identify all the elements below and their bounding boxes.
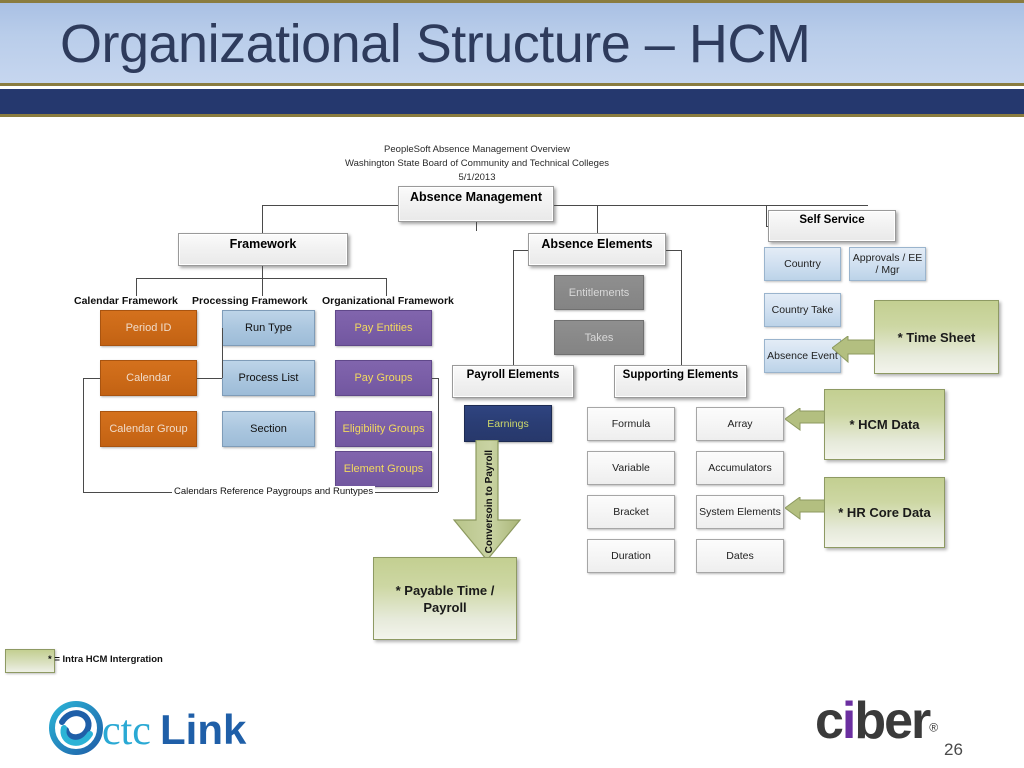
caption-calendar-framework: Calendar Framework	[74, 295, 178, 307]
node-absence-elements[interactable]: Absence Elements	[528, 233, 666, 266]
node-element-groups[interactable]: Element Groups	[335, 451, 432, 487]
connector-root-stem	[476, 222, 477, 231]
node-run-type[interactable]: Run Type	[222, 310, 315, 346]
diagram-subtitle-line-2: Washington State Board of Community and …	[344, 158, 610, 169]
caption-processing-framework: Processing Framework	[192, 295, 308, 307]
node-time-sheet[interactable]: * Time Sheet	[874, 300, 999, 374]
diagram-subtitle-line-3: 5/1/2013	[458, 172, 496, 183]
connector-loop-left-v	[83, 378, 84, 492]
node-hcm-data[interactable]: * HCM Data	[824, 389, 945, 460]
page-title: Organizational Structure – HCM	[60, 14, 811, 74]
ctclink-logo: ctc Link	[48, 700, 248, 756]
node-earnings[interactable]: Earnings	[464, 405, 552, 442]
node-variable[interactable]: Variable	[587, 451, 675, 485]
node-takes[interactable]: Takes	[554, 320, 644, 355]
node-period-id[interactable]: Period ID	[100, 310, 197, 346]
title-band: Organizational Structure – HCM	[0, 0, 1024, 86]
slide: Organizational Structure – HCM PeopleSof…	[0, 0, 1024, 768]
connector-calendar-to-runtype-v	[222, 328, 223, 378]
node-approvals-ee-mgr[interactable]: Approvals / EE / Mgr	[849, 247, 926, 281]
node-formula[interactable]: Formula	[587, 407, 675, 441]
connector-root-left-bus	[262, 205, 398, 206]
connector-calendar-to-runtype-h1	[197, 378, 222, 379]
node-eligibility-groups[interactable]: Eligibility Groups	[335, 411, 432, 447]
diagram-subtitle-line-1: PeopleSoft Absence Management Overview	[384, 144, 570, 155]
connector-payroll-elements-v	[513, 250, 514, 365]
node-country-take[interactable]: Country Take	[764, 293, 841, 327]
node-framework[interactable]: Framework	[178, 233, 348, 266]
ctclink-link-text: Link	[160, 706, 247, 753]
ciber-registered-mark: ®	[929, 720, 939, 735]
legend-label: * = Intra HCM Intergration	[48, 654, 163, 665]
ctclink-ctc-text: ctc	[102, 708, 151, 754]
connector-supporting-elements-v	[681, 250, 682, 365]
diagram-canvas: PeopleSoft Absence Management Overview W…	[0, 120, 1024, 768]
node-system-elements[interactable]: System Elements	[696, 495, 784, 529]
node-duration[interactable]: Duration	[587, 539, 675, 573]
node-payroll-elements[interactable]: Payroll Elements	[452, 365, 574, 398]
connector-calendar-drop	[136, 278, 137, 296]
connector-organizational-drop	[386, 278, 387, 296]
connector-framework-bus	[136, 278, 386, 279]
node-country[interactable]: Country	[764, 247, 841, 281]
node-pay-entities[interactable]: Pay Entities	[335, 310, 432, 346]
node-accumulators[interactable]: Accumulators	[696, 451, 784, 485]
connector-loop-right-v	[438, 378, 439, 492]
node-array[interactable]: Array	[696, 407, 784, 441]
node-process-list[interactable]: Process List	[222, 360, 315, 396]
connector-processing-drop	[262, 278, 263, 296]
node-absence-management[interactable]: Absence Management	[398, 186, 554, 222]
connector-loop-right-h	[432, 378, 438, 379]
ciber-wordmark: ciber	[815, 692, 931, 750]
node-calendar-group[interactable]: Calendar Group	[100, 411, 197, 447]
node-entitlements[interactable]: Entitlements	[554, 275, 644, 310]
node-dates[interactable]: Dates	[696, 539, 784, 573]
connector-payroll-elements-h	[513, 250, 528, 251]
note-calendars-reference: Calendars Reference Paygroups and Runtyp…	[172, 486, 376, 497]
slide-number: 26	[944, 740, 963, 759]
node-supporting-elements[interactable]: Supporting Elements	[614, 365, 747, 398]
node-self-service[interactable]: Self Service	[768, 210, 896, 242]
connector-self-service-drop	[766, 205, 767, 226]
node-hr-core-data[interactable]: * HR Core Data	[824, 477, 945, 548]
node-payable-time-payroll[interactable]: * Payable Time / Payroll	[373, 557, 517, 640]
node-calendar[interactable]: Calendar	[100, 360, 197, 396]
ciber-logo: ciber®	[815, 695, 938, 747]
node-bracket[interactable]: Bracket	[587, 495, 675, 529]
title-accent-bar	[0, 89, 1024, 117]
connector-framework-stem	[262, 266, 263, 278]
node-section[interactable]: Section	[222, 411, 315, 447]
connector-supporting-elements-h	[666, 250, 681, 251]
caption-organizational-framework: Organizational Framework	[322, 295, 454, 307]
node-absence-event[interactable]: Absence Event	[764, 339, 841, 373]
node-pay-groups[interactable]: Pay Groups	[335, 360, 432, 396]
connector-loop-left-h	[83, 378, 100, 379]
label-conversion-to-payroll: Conversoin to Payroll	[484, 450, 495, 554]
connector-root-right-bus	[554, 205, 868, 206]
